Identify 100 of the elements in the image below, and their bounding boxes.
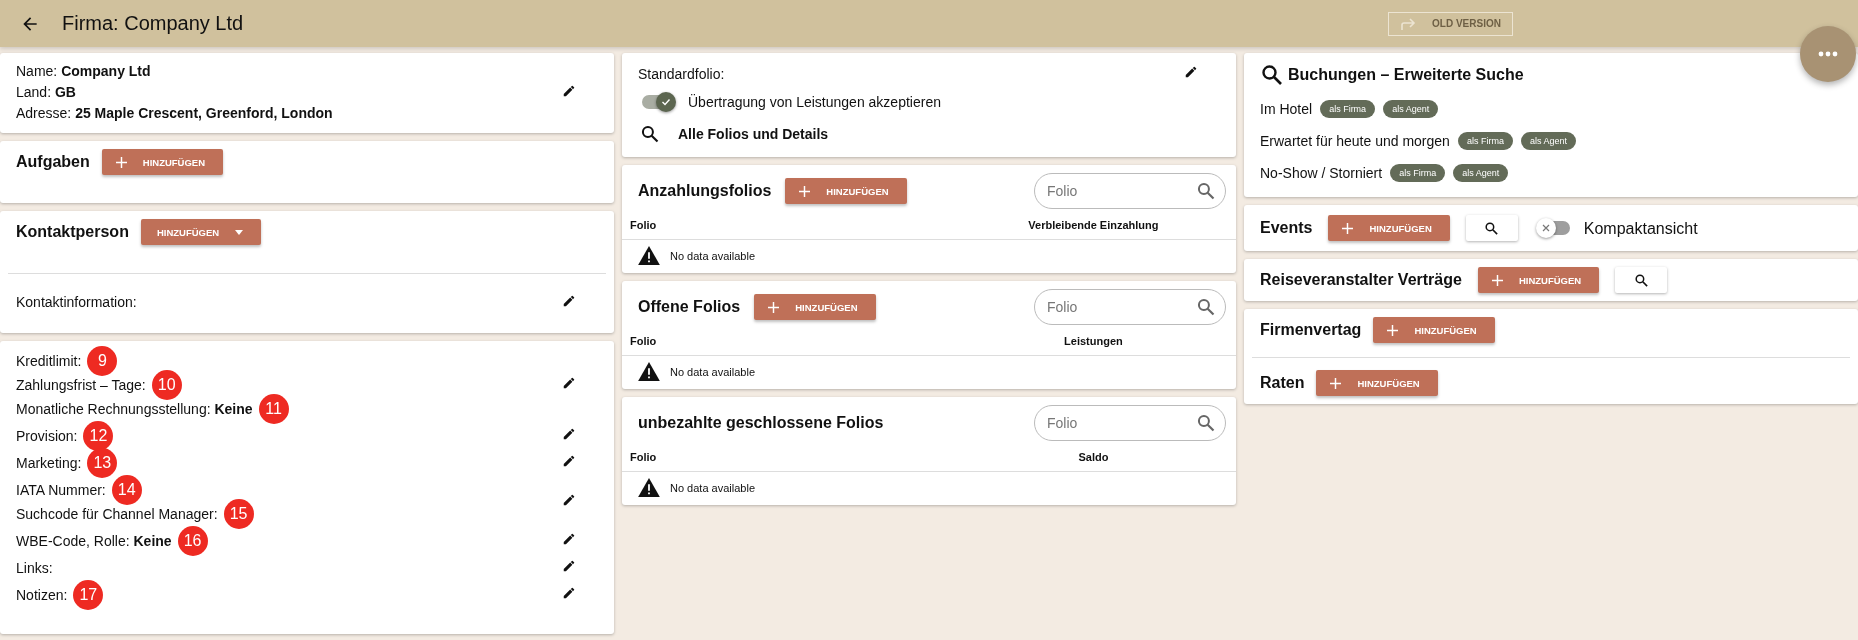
number-marker: 16 (177, 526, 208, 556)
search-icon (1484, 220, 1500, 236)
pencil-icon (562, 293, 576, 308)
page-title: Firma: Company Ltd (62, 12, 245, 35)
magnifier-icon (1260, 63, 1284, 87)
field-label: Marketing: (16, 453, 82, 473)
search-label: Erwartet für heute und morgen (1260, 131, 1450, 151)
number-marker: 15 (223, 499, 254, 529)
caret-icon (235, 229, 244, 235)
field-label: Standardfolio: (638, 64, 725, 84)
warning-icon (638, 478, 660, 497)
section-title: Reiseveranstalter Verträge (1260, 271, 1462, 289)
add-button[interactable]: HINZUFÜGEN (1316, 370, 1438, 396)
search-icon (1633, 272, 1649, 288)
all-folios-link[interactable]: Alle Folios und Details (678, 123, 829, 145)
field-label: Notizen: (16, 585, 68, 605)
company-info: Adresse: 25 Maple Crescent, Greenford, London (16, 105, 333, 121)
section-title: Kontaktperson (16, 223, 129, 241)
number-marker: 13 (87, 448, 118, 478)
add-button[interactable]: HINZUFÜGEN (754, 294, 876, 320)
redo-arrow-icon (1400, 17, 1417, 30)
field-label: Suchcode für Channel Manager: (16, 504, 218, 524)
toggle-label: Übertragung von Leistungen akzeptieren (688, 92, 941, 112)
toggle-switch[interactable] (1537, 221, 1570, 235)
filter-chip[interactable]: als Agent (1520, 132, 1576, 150)
plus-icon (115, 156, 127, 168)
search-field[interactable]: Folio (1034, 405, 1226, 441)
field-label: WBE-Code, Rolle: Keine (16, 531, 172, 551)
number-marker: 17 (73, 580, 104, 610)
section-title: Events (1260, 219, 1313, 237)
plus-icon (1342, 222, 1354, 234)
column-header: Saldo (1077, 451, 1110, 463)
filter-chip[interactable]: als Agent (1453, 164, 1509, 182)
warning-icon (638, 246, 660, 265)
search-icon (1196, 413, 1216, 433)
more-dots-icon (1818, 51, 1838, 57)
company-info: Name: Company Ltd (16, 63, 151, 79)
section-title: Buchungen – Erweiterte Suche (1288, 66, 1524, 84)
number-marker: 12 (83, 421, 114, 451)
filter-chip[interactable]: als Firma (1390, 164, 1446, 182)
section-title: Firmenvertag (1260, 321, 1362, 339)
check-icon (661, 97, 671, 107)
add-button[interactable]: HINZUFÜGEN (1477, 267, 1600, 293)
empty-message: No data available (670, 365, 755, 378)
section-title: Anzahlungsfolios (638, 182, 772, 200)
close-icon (1541, 224, 1550, 232)
plus-icon (1491, 274, 1503, 286)
search-button[interactable] (1465, 215, 1518, 241)
number-marker: 9 (87, 346, 118, 376)
column-header: Folio (630, 451, 658, 463)
plus-icon (1330, 377, 1342, 389)
toggle-switch[interactable] (642, 95, 674, 109)
pencil-icon (562, 586, 576, 600)
search-label: Im Hotel (1260, 99, 1313, 119)
section-title: Offene Folios (638, 298, 741, 316)
add-button[interactable]: HINZUFÜGEN (785, 178, 907, 204)
pencil-icon (562, 559, 576, 573)
column-header: Leistungen (1063, 335, 1124, 347)
field-label: Zahlungsfrist – Tage: (16, 375, 146, 395)
search-label: No-Show / Storniert (1260, 163, 1383, 183)
add-button[interactable]: HINZUFÜGEN (1328, 215, 1450, 241)
filter-chip[interactable]: als Firma (1457, 132, 1513, 150)
plus-icon (768, 301, 780, 313)
old-version-button[interactable]: OLD VERSION (1388, 11, 1513, 36)
number-marker: 11 (258, 394, 289, 424)
search-icon (640, 124, 660, 144)
column-header: Folio (630, 219, 658, 231)
filter-chip[interactable]: als Firma (1320, 100, 1376, 118)
filter-chip[interactable]: als Agent (1383, 100, 1439, 118)
empty-message: No data available (670, 481, 755, 494)
add-dropdown-button[interactable]: HINZUFÜGEN (140, 219, 262, 245)
pencil-icon (562, 376, 576, 390)
search-field[interactable]: Folio (1034, 173, 1226, 209)
company-info: Land: GB (16, 84, 76, 100)
field-label: Kontaktinformation: (16, 293, 137, 312)
search-icon (1196, 181, 1216, 201)
add-button[interactable]: HINZUFÜGEN (1373, 317, 1495, 343)
pencil-icon (562, 532, 576, 546)
column-header: Folio (630, 335, 658, 347)
toggle-label: Kompaktansicht (1583, 218, 1698, 239)
pencil-icon (562, 83, 576, 98)
more-button[interactable] (1800, 26, 1856, 82)
pencil-icon (562, 427, 576, 441)
plus-icon (1387, 324, 1399, 336)
search-field[interactable]: Folio (1034, 289, 1226, 325)
search-button[interactable] (1615, 267, 1668, 293)
number-marker: 14 (111, 475, 142, 505)
number-marker: 10 (151, 370, 182, 400)
field-label: IATA Nummer: (16, 480, 106, 500)
field-label: Kreditlimit: (16, 351, 82, 371)
section-title: unbezahlte geschlossene Folios (638, 414, 884, 432)
search-icon (1196, 297, 1216, 317)
plus-icon (799, 185, 811, 197)
warning-icon (638, 362, 660, 381)
pencil-icon (562, 493, 576, 507)
column-header: Verbleibende Einzahlung (1027, 219, 1160, 231)
add-button[interactable]: HINZUFÜGEN (101, 149, 224, 175)
empty-message: No data available (670, 249, 755, 262)
field-label: Provision: (16, 426, 78, 446)
field-label: Monatliche Rechnungsstellung: Keine (16, 399, 253, 419)
